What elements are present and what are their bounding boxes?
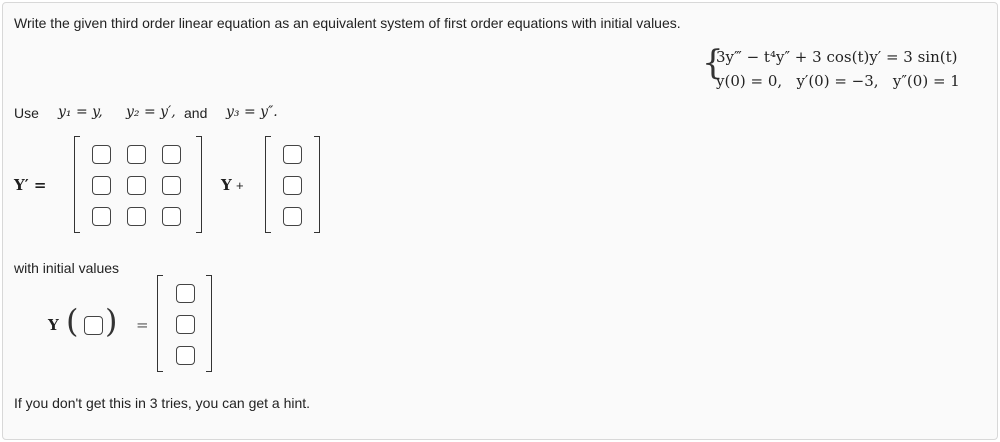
initial-vector-cell-1[interactable] <box>176 284 195 303</box>
right-paren: ) <box>105 302 118 340</box>
matrix-a-cell-2-3[interactable] <box>162 176 181 195</box>
matrix-a-cell-2-2[interactable] <box>127 176 146 195</box>
vector-b-cell-2[interactable] <box>283 176 302 195</box>
y2-definition: y₂ = y′, <box>126 104 176 120</box>
vector-b-cell-1[interactable] <box>283 145 302 164</box>
y-vector-label: Y <box>221 176 232 194</box>
initial-time-input[interactable] <box>84 316 103 335</box>
initial-vector-right-bracket <box>206 275 212 372</box>
vector-b-left-bracket <box>265 136 271 233</box>
and-label: and <box>184 105 208 121</box>
matrix-a-cell-1-1[interactable] <box>92 145 111 164</box>
vector-b-cell-3[interactable] <box>283 207 302 226</box>
matrix-a-cell-3-1[interactable] <box>92 207 111 226</box>
question-prompt: Write the given third order linear equat… <box>14 15 681 31</box>
initial-vector-cell-3[interactable] <box>176 346 195 365</box>
initial-vector-cell-2[interactable] <box>176 315 195 334</box>
matrix-a-right-bracket <box>196 136 202 233</box>
matrix-a-left-bracket <box>74 136 80 233</box>
plus-sign: + <box>236 178 244 193</box>
y-prime-equals: Y′ = <box>14 176 47 194</box>
use-label: Use <box>14 105 39 121</box>
matrix-a-cell-1-3[interactable] <box>162 145 181 164</box>
initial-values-label: with initial values <box>14 260 120 276</box>
vector-b-right-bracket <box>314 136 320 233</box>
initial-equals: = <box>136 316 149 334</box>
matrix-a-cell-3-2[interactable] <box>127 207 146 226</box>
left-paren: ( <box>66 302 79 340</box>
initial-vector-left-bracket <box>157 275 163 372</box>
y3-definition: y₃ = y″. <box>226 104 278 120</box>
matrix-a-cell-1-2[interactable] <box>127 145 146 164</box>
y1-definition: y₁ = y, <box>58 104 103 120</box>
ode-equation: 3y‴ − t⁴y″ + 3 cos(t)y′ = 3 sin(t) <box>716 48 958 66</box>
matrix-a-cell-3-3[interactable] <box>162 207 181 226</box>
matrix-a-cell-2-1[interactable] <box>92 176 111 195</box>
hint-text: If you don't get this in 3 tries, you ca… <box>14 395 311 411</box>
y-initial-label: Y <box>48 316 59 334</box>
initial-conditions: y(0) = 0, y′(0) = −3, y″(0) = 1 <box>716 72 960 90</box>
question-card <box>2 2 998 440</box>
